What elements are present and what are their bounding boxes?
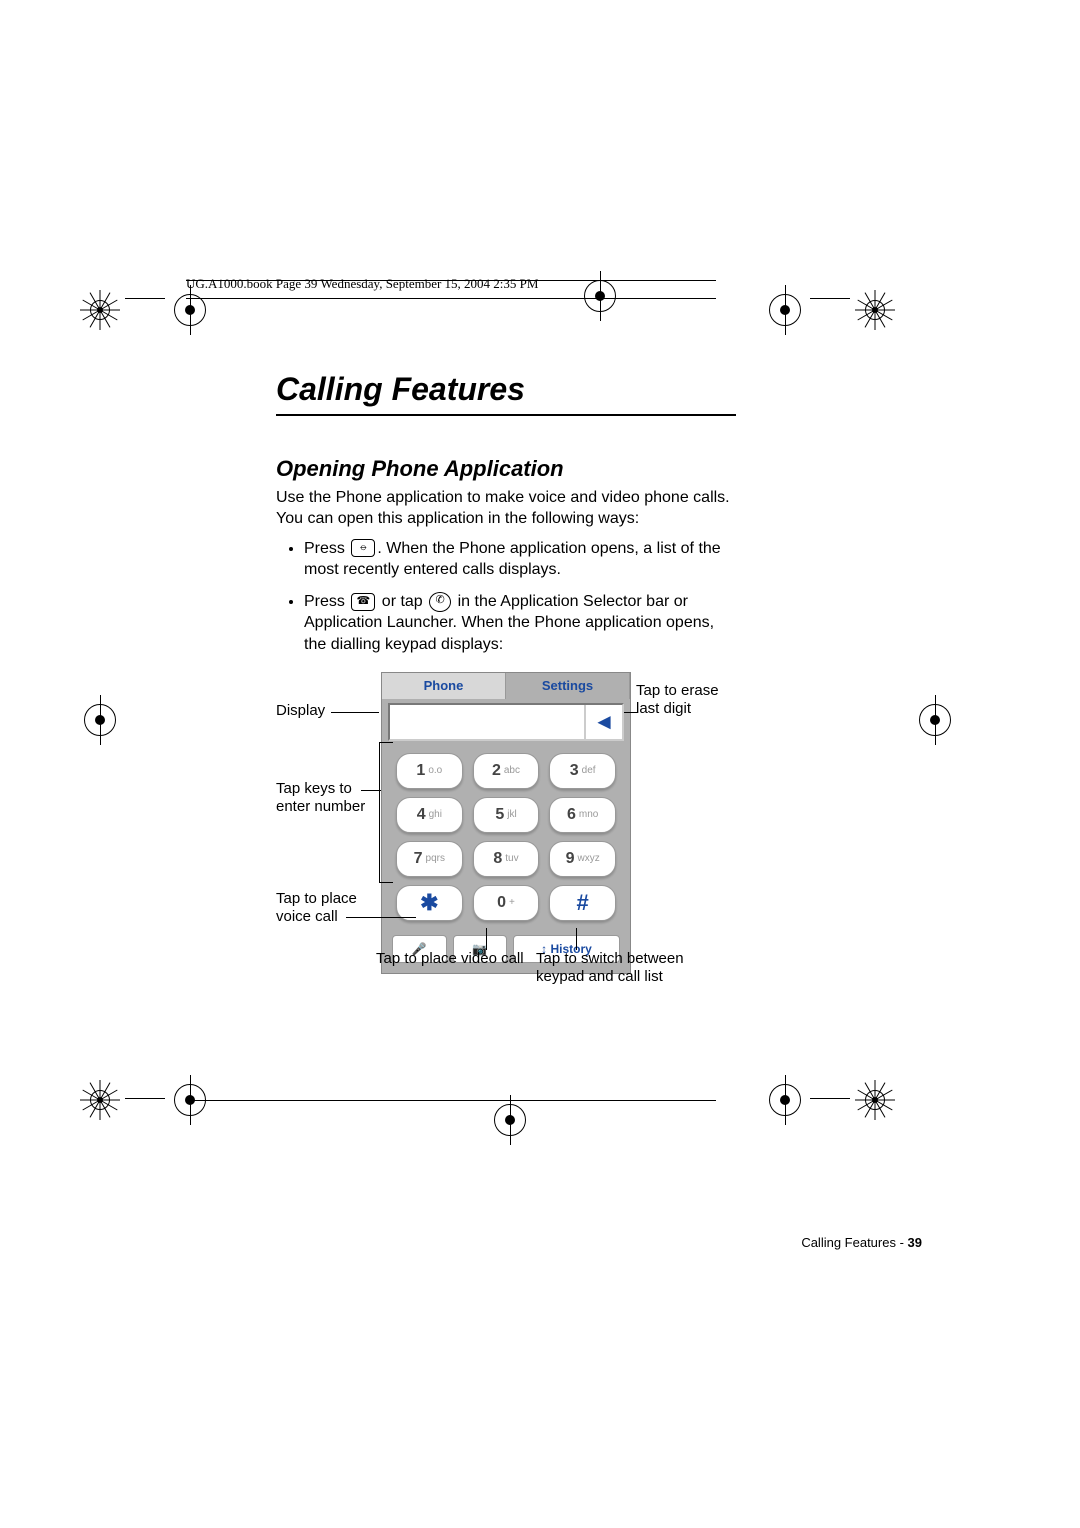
callout-keys: Tap keys to enter number (276, 780, 376, 818)
keypad: 1o.o 2abc 3def 4ghi 5jkl 6mno 7pqrs 8tuv… (382, 743, 630, 931)
phone-app-icon: ✆ (429, 592, 451, 612)
key-0[interactable]: 0+ (473, 885, 540, 921)
callout-erase: Tap to erase last digit (636, 682, 736, 720)
callout-line (576, 928, 577, 950)
print-boundary (186, 1100, 716, 1101)
erase-button[interactable]: ◄ (584, 705, 622, 739)
key-1[interactable]: 1o.o (396, 753, 463, 789)
callout-line (331, 712, 379, 713)
callout-line (346, 917, 416, 918)
target-mark (895, 680, 975, 760)
callout-line (624, 712, 638, 713)
callout-line (486, 928, 487, 950)
key-8[interactable]: 8tuv (473, 841, 540, 877)
page-footer: Calling Features - 39 (462, 1235, 922, 1250)
mark-line (810, 1098, 850, 1099)
softkey-icon: ⦵ (351, 539, 375, 557)
target-mark (745, 1060, 825, 1140)
key-star[interactable]: ✱ (396, 885, 463, 921)
callout-line (361, 790, 381, 791)
target-mark (470, 1080, 550, 1160)
key-5[interactable]: 5jkl (473, 797, 540, 833)
callout-video: Tap to place video call (376, 950, 526, 969)
tab-phone[interactable]: Phone (382, 673, 506, 699)
key-7[interactable]: 7pqrs (396, 841, 463, 877)
registration-mark (835, 270, 915, 350)
running-header: UG.A1000.book Page 39 Wednesday, Septemb… (186, 270, 716, 299)
registration-mark (60, 270, 140, 350)
callout-voice: Tap to place voice call (276, 890, 376, 928)
bullet-1: Press ⦵. When the Phone application open… (304, 538, 736, 581)
section-title: Opening Phone Application (276, 456, 736, 482)
page-content: UG.A1000.book Page 39 Wednesday, Septemb… (186, 270, 716, 1002)
mark-line (125, 298, 165, 299)
footer-label: Calling Features - (801, 1235, 907, 1250)
chapter-title: Calling Features (276, 371, 736, 416)
page-number: 39 (908, 1235, 922, 1250)
mark-line (125, 1098, 165, 1099)
bullet2-mid: or tap (377, 593, 427, 610)
key-9[interactable]: 9wxyz (549, 841, 616, 877)
registration-mark (60, 1060, 140, 1140)
intro-paragraph: Use the Phone application to make voice … (276, 488, 736, 530)
target-mark (60, 680, 140, 760)
key-hash[interactable]: # (549, 885, 616, 921)
key-6[interactable]: 6mno (549, 797, 616, 833)
bullet2-pre: Press (304, 593, 349, 610)
phone-figure: Phone Settings ◄ 1o.o 2abc 3def 4ghi 5jk… (276, 672, 736, 1002)
callout-line (379, 882, 393, 883)
mark-line (810, 298, 850, 299)
bullet1-pre: Press (304, 540, 349, 557)
key-4[interactable]: 4ghi (396, 797, 463, 833)
bullet-2: Press ☎ or tap ✆ in the Application Sele… (304, 591, 736, 656)
phone-key-icon: ☎ (351, 593, 375, 611)
callout-history: Tap to switch between keypad and call li… (536, 950, 726, 988)
key-2[interactable]: 2abc (473, 753, 540, 789)
tab-settings[interactable]: Settings (506, 673, 630, 699)
target-mark (745, 270, 825, 350)
callout-line (379, 742, 380, 882)
phone-mockup: Phone Settings ◄ 1o.o 2abc 3def 4ghi 5jk… (381, 672, 631, 974)
phone-tabs: Phone Settings (382, 673, 630, 699)
number-display-row: ◄ (388, 703, 624, 741)
registration-mark (835, 1060, 915, 1140)
key-3[interactable]: 3def (549, 753, 616, 789)
callout-line (379, 742, 393, 743)
number-display[interactable] (390, 705, 584, 739)
